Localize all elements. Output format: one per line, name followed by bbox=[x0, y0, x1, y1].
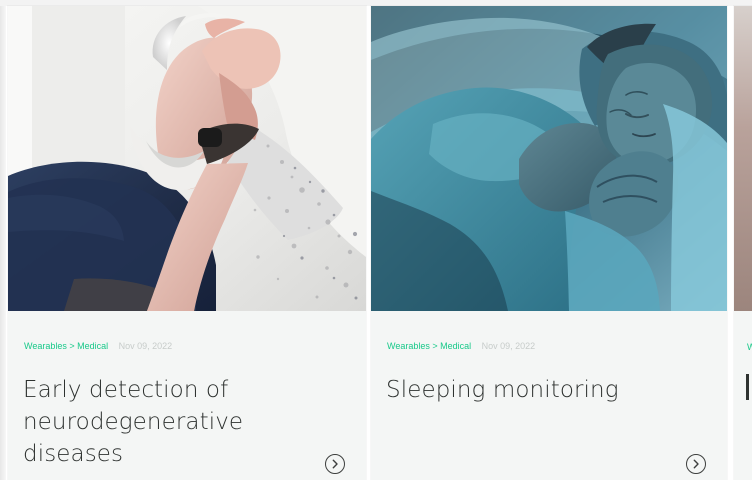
article-card-sleeping-monitoring[interactable]: Wearables > Medical Nov 09, 2022 Sleepin… bbox=[371, 6, 727, 480]
partial-card-image[interactable] bbox=[734, 6, 752, 311]
card-content: Wearables > Medical Nov 09, 2022 Early d… bbox=[8, 311, 366, 480]
article-card-neurodegenerative[interactable]: Wearables > Medical Nov 09, 2022 Early d… bbox=[8, 6, 366, 480]
partial-category-mark: W bbox=[747, 342, 752, 352]
post-meta: Wearables > Medical Nov 09, 2022 bbox=[387, 341, 535, 351]
category-breadcrumb[interactable]: Wearables > Medical bbox=[24, 341, 108, 351]
card-title[interactable]: Early detection of neurodegenerative dis… bbox=[23, 374, 293, 470]
post-date: Nov 09, 2022 bbox=[481, 341, 536, 351]
chevron-right-circle-icon bbox=[332, 459, 338, 469]
category-breadcrumb[interactable]: Wearables > Medical bbox=[387, 341, 471, 351]
article-card-carousel: Wearables > Medical Nov 09, 2022 Early d… bbox=[0, 0, 752, 480]
card-image-sleeping-woman[interactable] bbox=[371, 6, 727, 311]
partial-next-article-card[interactable]: W bbox=[734, 6, 752, 480]
post-date: Nov 09, 2022 bbox=[118, 341, 173, 351]
card-content: Wearables > Medical Nov 09, 2022 Sleepin… bbox=[371, 311, 727, 480]
partial-card-content: W bbox=[734, 311, 752, 480]
read-more-button[interactable] bbox=[325, 454, 345, 474]
previous-card-edge bbox=[0, 6, 6, 480]
partial-title-mark bbox=[746, 374, 749, 400]
read-more-button[interactable] bbox=[686, 454, 706, 474]
card-image-older-man[interactable] bbox=[8, 6, 366, 311]
card-title[interactable]: Sleeping monitoring bbox=[386, 374, 676, 406]
chevron-right-circle-icon bbox=[693, 459, 699, 469]
post-meta: Wearables > Medical Nov 09, 2022 bbox=[24, 341, 172, 351]
